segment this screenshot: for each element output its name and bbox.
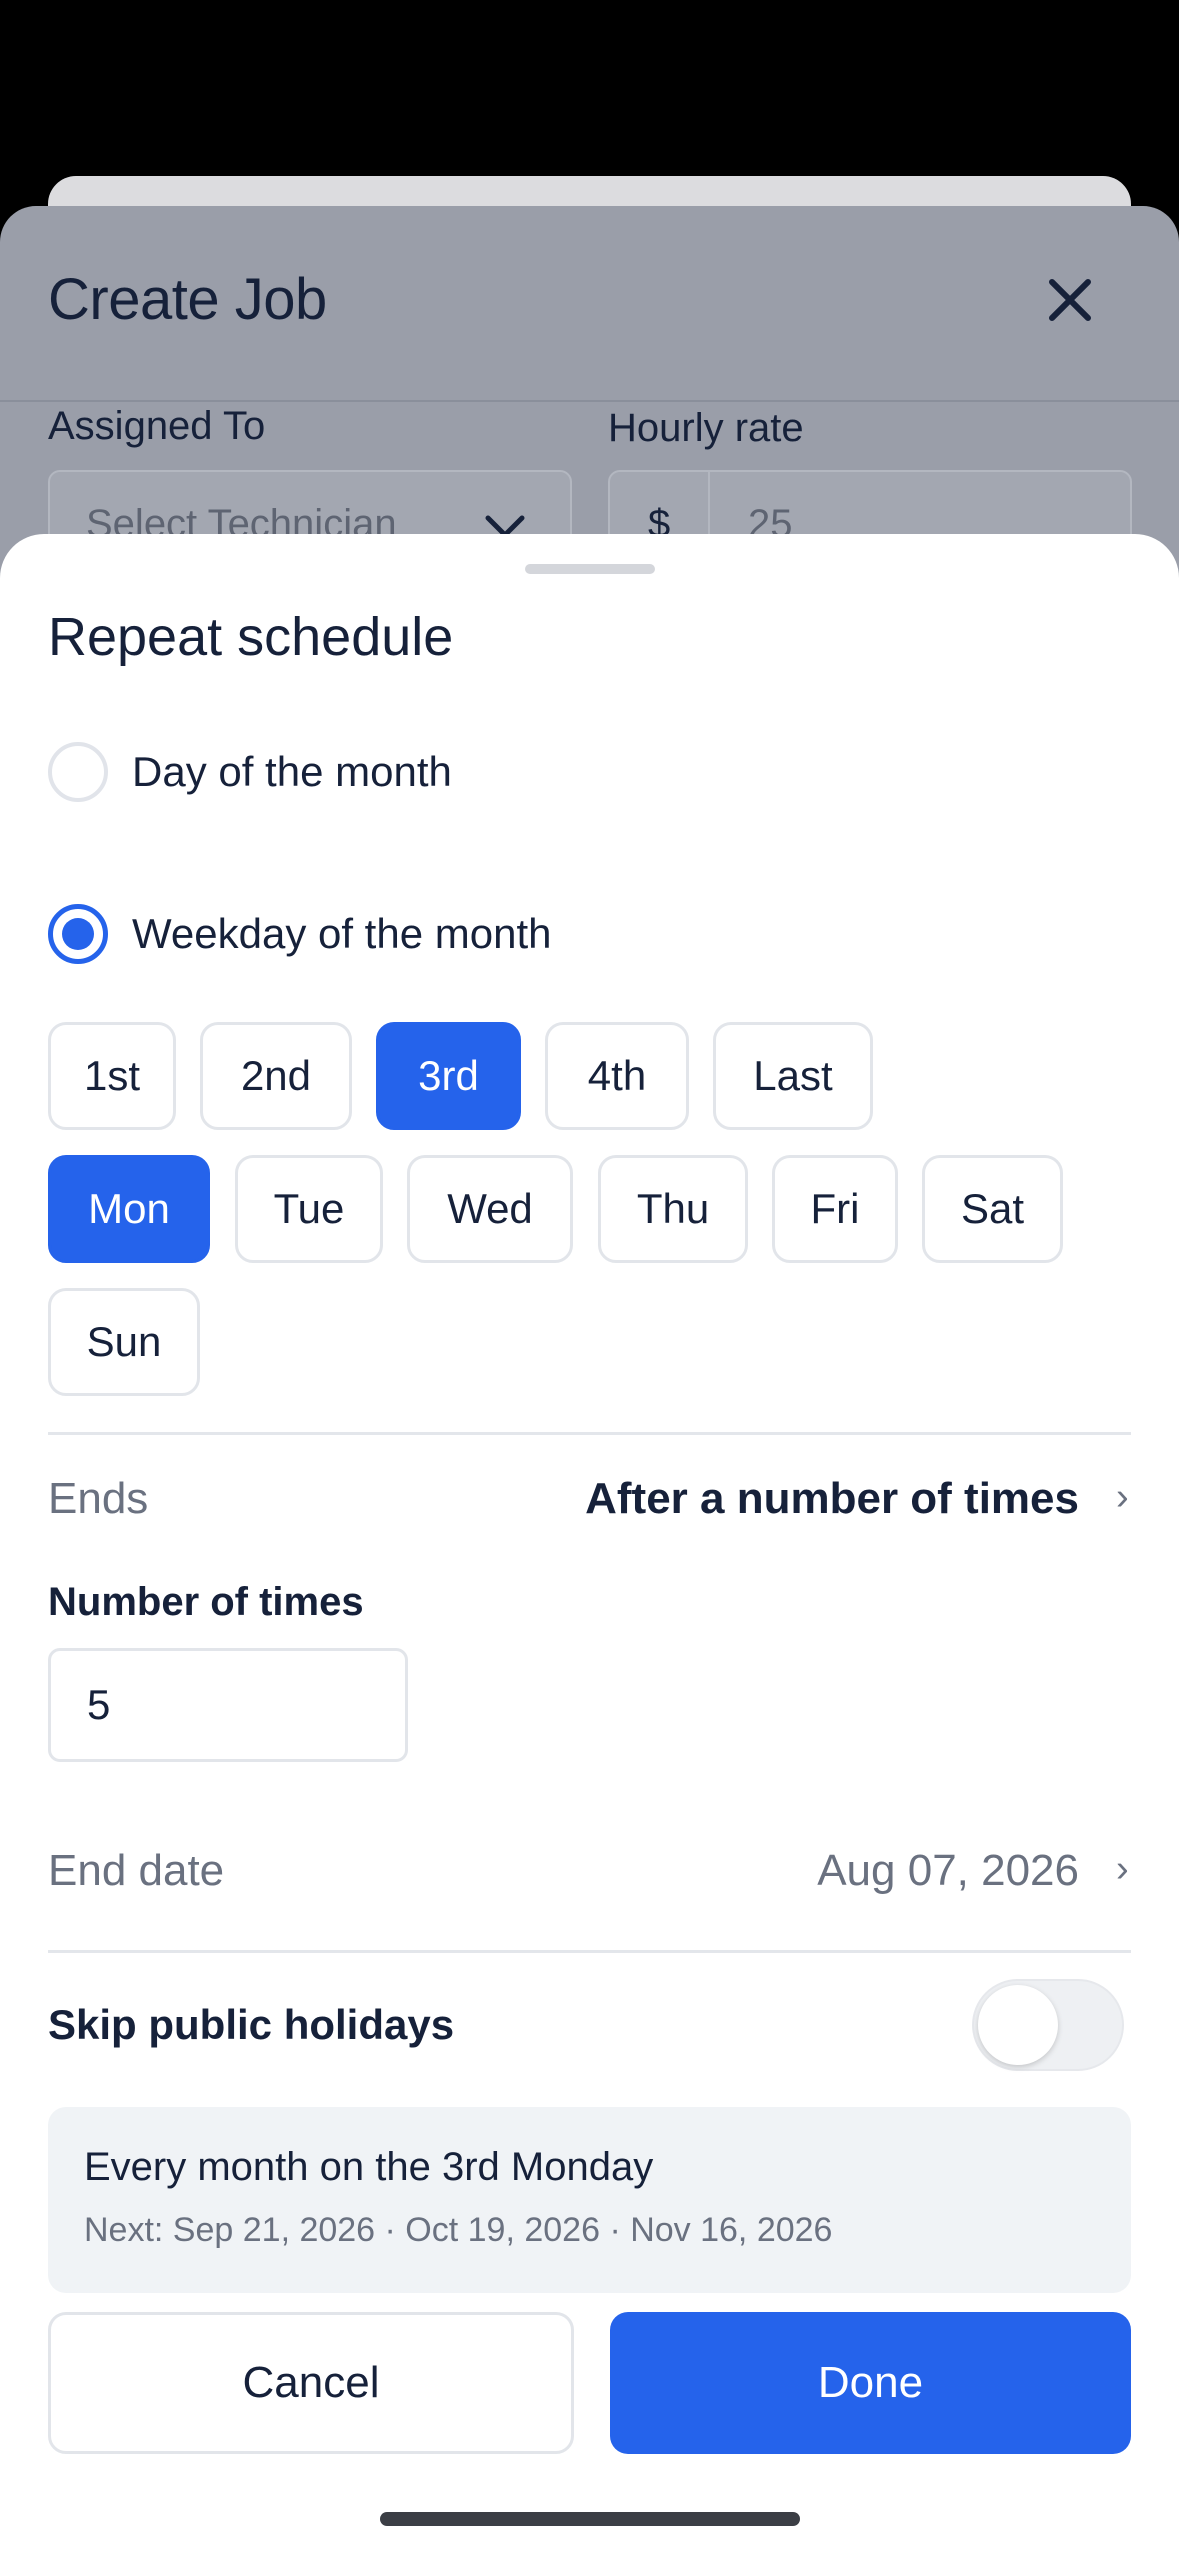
weekday-wed[interactable]: Wed: [407, 1155, 573, 1263]
weekday-sun[interactable]: Sun: [48, 1288, 200, 1396]
skip-holidays-label: Skip public holidays: [48, 2001, 455, 2048]
screen: Create Job Assigned To Hourly rate Selec…: [0, 0, 1179, 2556]
option-label: Weekday of the month: [132, 910, 552, 957]
ordinal-2nd[interactable]: 2nd: [200, 1022, 352, 1130]
ends-label: Ends: [48, 1474, 149, 1523]
weekday-thu[interactable]: Thu: [598, 1155, 748, 1263]
header-divider: [0, 400, 1179, 402]
radio-day-of-month[interactable]: [48, 742, 108, 802]
done-button[interactable]: Done: [610, 2312, 1131, 2454]
ordinal-4th[interactable]: 4th: [545, 1022, 689, 1130]
ordinal-3rd[interactable]: 3rd: [376, 1022, 521, 1130]
chevron-right-icon: ›: [1116, 1848, 1129, 1890]
skip-holidays-toggle[interactable]: [972, 1979, 1124, 2071]
option-label: Day of the month: [132, 748, 452, 795]
ends-row[interactable]: Ends After a number of times ›: [0, 1474, 1179, 1554]
section-divider: [48, 1432, 1131, 1435]
end-date-label: End date: [48, 1846, 225, 1895]
number-of-times-input[interactable]: 5: [48, 1648, 408, 1762]
home-indicator[interactable]: [380, 2512, 800, 2526]
ends-value: After a number of times: [585, 1474, 1079, 1523]
ordinal-last[interactable]: Last: [713, 1022, 873, 1130]
assigned-to-label: Assigned To: [48, 404, 266, 448]
sheet-title: Repeat schedule: [48, 607, 454, 667]
ordinal-1st[interactable]: 1st: [48, 1022, 176, 1130]
option-day-of-month[interactable]: Day of the month: [48, 742, 452, 802]
close-icon[interactable]: [1040, 270, 1100, 330]
option-weekday-of-month[interactable]: Weekday of the month: [48, 904, 551, 964]
end-date-value: Aug 07, 2026: [817, 1846, 1079, 1895]
weekday-sat[interactable]: Sat: [922, 1155, 1063, 1263]
radio-weekday-of-month[interactable]: [48, 904, 108, 964]
chevron-right-icon: ›: [1116, 1476, 1129, 1518]
weekday-mon[interactable]: Mon: [48, 1155, 210, 1263]
section-divider: [48, 1950, 1131, 1953]
toggle-knob: [978, 1985, 1058, 2065]
weekday-fri[interactable]: Fri: [772, 1155, 898, 1263]
summary-title: Every month on the 3rd Monday: [84, 2145, 654, 2189]
number-of-times-label: Number of times: [48, 1580, 364, 1624]
end-date-row[interactable]: End date Aug 07, 2026 ›: [0, 1846, 1179, 1926]
summary-next-dates: Next: Sep 21, 2026 · Oct 19, 2026 · Nov …: [84, 2211, 833, 2249]
schedule-summary: Every month on the 3rd Monday Next: Sep …: [48, 2107, 1131, 2293]
hourly-rate-label: Hourly rate: [608, 406, 804, 450]
sheet-grabber[interactable]: [525, 564, 655, 574]
weekday-tue[interactable]: Tue: [235, 1155, 383, 1263]
cancel-button[interactable]: Cancel: [48, 2312, 574, 2454]
create-job-title: Create Job: [48, 267, 327, 332]
